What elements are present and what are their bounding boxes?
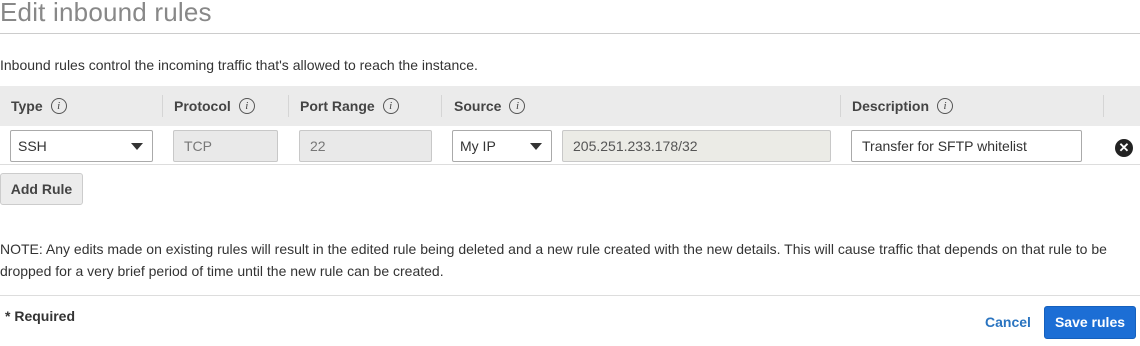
info-icon[interactable]: i [238,98,255,115]
column-divider [441,95,442,117]
header-type: Type i [11,86,67,126]
header-type-label: Type [11,98,43,114]
chevron-down-icon [131,143,143,150]
column-divider [1103,95,1104,117]
info-icon[interactable]: i [382,98,399,115]
table-header: Type i Protocol i Port Range i Source i Desc… [0,86,1140,126]
source-select[interactable]: My IP [452,130,552,162]
type-select-value: SSH [18,138,47,154]
source-cidr-field: 205.251.233.178/32 [562,130,831,162]
footer-divider [0,295,1140,296]
port-range-field: 22 [299,130,432,162]
type-select[interactable]: SSH [10,130,153,162]
column-divider [288,95,289,117]
description-input[interactable]: Transfer for SFTP whitelist [851,130,1082,162]
note-text: NOTE: Any edits made on existing rules w… [0,241,1107,279]
info-icon[interactable]: i [937,98,954,115]
table-row: SSH TCP 22 My IP 205.251.233.178/32 Tran… [0,126,1140,166]
source-select-value: My IP [460,138,496,154]
header-port-range: Port Range i [300,86,399,126]
header-source-label: Source [454,98,502,114]
intro-text: Inbound rules control the incoming traff… [0,57,478,73]
save-rules-button[interactable]: Save rules [1044,306,1136,339]
remove-rule-icon[interactable]: ✕ [1115,139,1133,157]
header-description-label: Description [852,98,930,114]
header-description: Description i [852,86,954,126]
page-title: Edit inbound rules [0,0,212,27]
header-port-range-label: Port Range [300,98,375,114]
column-divider [162,95,163,117]
header-source: Source i [454,86,526,126]
title-divider [0,33,1140,34]
required-label: * Required [5,308,76,324]
header-protocol: Protocol i [174,86,255,126]
info-icon[interactable]: i [509,98,526,115]
protocol-field: TCP [173,130,278,162]
add-rule-button[interactable]: Add Rule [0,173,83,205]
chevron-down-icon [530,143,542,150]
header-protocol-label: Protocol [174,98,231,114]
cancel-button[interactable]: Cancel [985,314,1031,330]
column-divider [840,95,841,117]
info-icon[interactable]: i [50,98,67,115]
row-divider [0,164,1140,165]
